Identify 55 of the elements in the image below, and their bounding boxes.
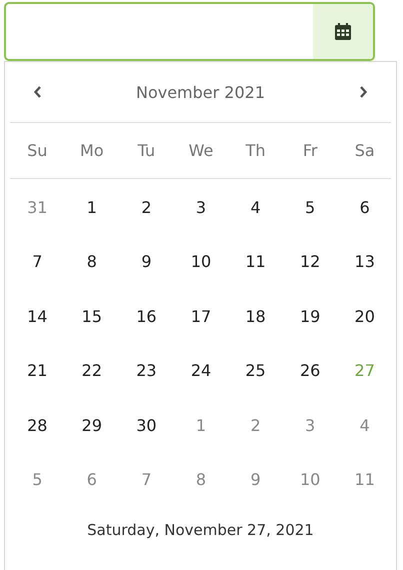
calendar-day[interactable]: 9 bbox=[119, 252, 174, 272]
selected-date-text[interactable]: Saturday, November 27, 2021 bbox=[87, 521, 314, 539]
calendar-day[interactable]: 9 bbox=[228, 470, 283, 490]
calendar-day[interactable]: 10 bbox=[174, 252, 228, 272]
calendar-day[interactable]: 2 bbox=[228, 416, 283, 435]
calendar-day[interactable]: 31 bbox=[10, 198, 65, 217]
calendar-day[interactable]: 10 bbox=[282, 470, 338, 490]
calendar-day[interactable]: 22 bbox=[64, 361, 120, 380]
weekday-label: Sa bbox=[354, 141, 376, 160]
weekday-label: We bbox=[188, 141, 214, 160]
calendar-day[interactable]: 28 bbox=[10, 416, 65, 435]
calendar-day[interactable]: 6 bbox=[337, 198, 392, 217]
calendar-day[interactable]: 21 bbox=[10, 361, 65, 380]
calendar-day[interactable]: 11 bbox=[337, 470, 392, 490]
calendar-day[interactable]: 5 bbox=[282, 198, 338, 217]
calendar-day[interactable]: 23 bbox=[119, 361, 174, 380]
weekday-label: Fr bbox=[302, 141, 318, 160]
calendar-day[interactable]: 7 bbox=[119, 470, 174, 490]
chevron-left-icon bbox=[33, 86, 43, 98]
calendar-day[interactable]: 25 bbox=[228, 361, 283, 380]
weekday-label: Th bbox=[244, 141, 267, 160]
chevron-right-icon bbox=[358, 86, 368, 98]
calendar-day[interactable]: 2 bbox=[119, 198, 174, 217]
calendar-day[interactable]: 4 bbox=[337, 416, 392, 435]
calendar-day[interactable]: 7 bbox=[10, 252, 65, 272]
calendar-day[interactable]: 1 bbox=[64, 198, 120, 217]
calendar-day[interactable]: 11 bbox=[228, 252, 283, 272]
calendar-day[interactable]: 24 bbox=[174, 361, 228, 380]
calendar-day[interactable]: 29 bbox=[64, 416, 120, 435]
calendar-day[interactable]: 17 bbox=[174, 306, 228, 326]
date-field[interactable] bbox=[4, 2, 375, 61]
calendar-day[interactable]: 26 bbox=[282, 361, 338, 380]
calendar-day[interactable]: 13 bbox=[337, 252, 392, 272]
calendar-day[interactable]: 1 bbox=[174, 416, 228, 435]
calendar-day[interactable]: 5 bbox=[10, 470, 65, 490]
calendar-day[interactable]: 30 bbox=[119, 416, 174, 435]
calendar-day[interactable]: 8 bbox=[64, 252, 120, 272]
weekday-label: Tu bbox=[136, 141, 156, 160]
calendar-day[interactable]: 12 bbox=[282, 252, 338, 272]
calendar-day[interactable]: 14 bbox=[10, 306, 65, 326]
calendar-button[interactable] bbox=[313, 4, 373, 59]
calendar-day[interactable]: 15 bbox=[64, 306, 120, 326]
calendar-icon bbox=[333, 22, 353, 42]
calendar-day[interactable]: 3 bbox=[174, 198, 228, 217]
weekday-label: Mo bbox=[79, 141, 105, 160]
calendar-day[interactable]: 20 bbox=[337, 306, 392, 326]
calendar-day[interactable]: 6 bbox=[64, 470, 120, 490]
weekday-label: Su bbox=[26, 141, 48, 160]
calendar-day[interactable]: 18 bbox=[228, 306, 283, 326]
calendar-day[interactable]: 4 bbox=[228, 198, 283, 217]
calendar-day[interactable]: 3 bbox=[282, 416, 338, 435]
month-title[interactable]: November 2021 bbox=[136, 82, 266, 102]
calendar-day[interactable]: 8 bbox=[174, 470, 228, 490]
calendar-day[interactable]: 19 bbox=[282, 306, 338, 326]
calendar-day[interactable]: 16 bbox=[119, 306, 174, 326]
